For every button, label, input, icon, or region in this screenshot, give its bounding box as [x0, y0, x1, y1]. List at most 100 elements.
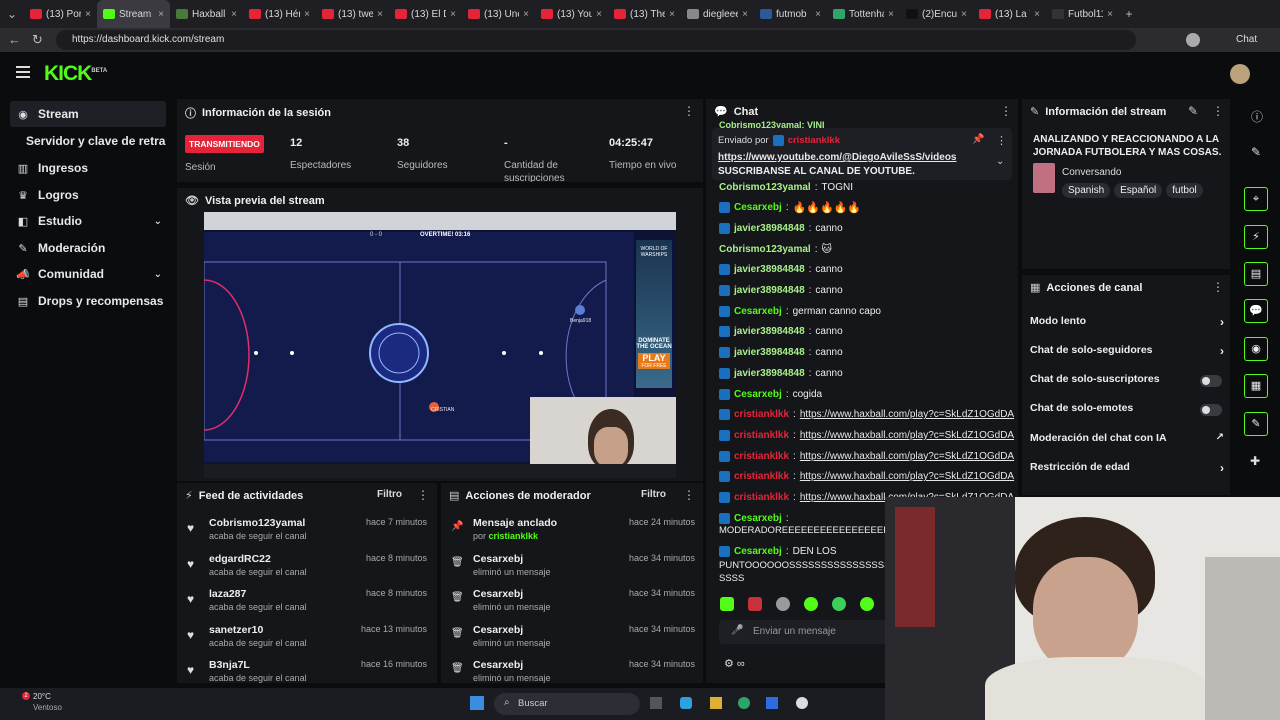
browser-tab[interactable]: (2)Encuen × [900, 0, 973, 28]
close-icon[interactable]: × [377, 9, 383, 20]
pen-icon[interactable]: ✎ [1251, 145, 1261, 159]
sidebar-item[interactable]: ✎ Moderación [10, 235, 166, 261]
rail-button[interactable]: ⌖ [1244, 187, 1268, 211]
sidebar-item[interactable]: ▥ Ingresos [10, 155, 166, 181]
channel-action[interactable]: Restricción de edad › [1030, 461, 1224, 479]
taskbar-search[interactable]: ⌕ Buscar [494, 693, 640, 715]
settings-icon[interactable]: ⚙ ∞ [724, 657, 745, 670]
favicon-icon [249, 9, 261, 19]
menu-icon[interactable] [16, 66, 30, 78]
user-avatar[interactable] [1230, 64, 1250, 84]
browser-tab[interactable]: diegleee × [681, 0, 754, 28]
chrome-icon[interactable] [796, 697, 808, 709]
more-icon[interactable]: ⋮ [417, 488, 429, 502]
folder-icon[interactable] [710, 697, 722, 709]
channel-action[interactable]: Chat de solo-emotes [1030, 402, 1224, 420]
pin-icon[interactable]: 📌 [972, 134, 984, 145]
close-icon[interactable]: × [815, 9, 821, 20]
more-icon[interactable]: ⋮ [683, 104, 695, 118]
close-icon[interactable]: × [961, 9, 967, 20]
sidebar-item[interactable]: 📣 Comunidad ⌄ [10, 261, 166, 287]
toggle-switch[interactable] [1200, 375, 1222, 387]
emote-icon[interactable] [748, 597, 762, 611]
channel-action[interactable]: Chat de solo-suscriptores [1030, 373, 1224, 391]
channel-action[interactable]: Moderación del chat con IA ↗ [1030, 432, 1224, 450]
browser-tab[interactable]: (13) El Di × [389, 0, 462, 28]
new-tab-icon[interactable]: + [1119, 7, 1139, 21]
close-icon[interactable]: × [158, 9, 164, 20]
rail-button[interactable]: ◉ [1244, 337, 1268, 361]
close-icon[interactable]: × [596, 9, 602, 20]
browser-tab[interactable]: Tottenhan × [827, 0, 900, 28]
more-icon[interactable]: ⋮ [996, 134, 1007, 147]
stream-preview[interactable]: CRISTIAN Benja918 0 - 0 OVERTIME! 03:16 … [204, 212, 676, 478]
kick-logo[interactable]: KICKBETA [44, 62, 107, 86]
rail-button[interactable]: ⚡ [1244, 225, 1268, 249]
browser-tab[interactable]: Haxball Pl × [170, 0, 243, 28]
rail-button[interactable]: ▤ [1244, 262, 1268, 286]
edge-icon[interactable] [738, 697, 750, 709]
close-icon[interactable]: × [304, 9, 310, 20]
chevron-down-icon[interactable]: ⌄ [996, 156, 1004, 167]
sidebar-item[interactable]: ♛ Logros [10, 182, 166, 208]
reload-icon[interactable]: ↻ [32, 32, 43, 48]
more-icon[interactable]: ⋮ [1212, 104, 1224, 118]
browser-tab[interactable]: (13) tweni × [316, 0, 389, 28]
browser-tab[interactable]: Futbol11 × [1046, 0, 1119, 28]
more-icon[interactable]: ⋮ [1000, 104, 1012, 118]
activity-filter-button[interactable]: Filtro [377, 489, 402, 500]
toggle-switch[interactable] [1200, 404, 1222, 416]
browser-tab[interactable]: (13) Héro × [243, 0, 316, 28]
emote-icon[interactable] [720, 597, 734, 611]
tab-list-icon[interactable]: ⌄ [0, 7, 24, 21]
close-icon[interactable]: × [450, 9, 456, 20]
close-icon[interactable]: × [888, 9, 894, 20]
close-icon[interactable]: × [669, 9, 675, 20]
add-widget-icon[interactable]: ✚ [1250, 454, 1260, 468]
emote-icon[interactable] [776, 597, 790, 611]
app-icon[interactable] [680, 697, 692, 709]
sidebar-item[interactable]: ▤ Drops y recompensas [10, 288, 166, 314]
more-icon[interactable]: ⋮ [683, 488, 695, 502]
pinned-link[interactable]: https://www.youtube.com/@DiegoAvileSsS/v… [718, 152, 957, 163]
close-icon[interactable]: × [742, 9, 748, 20]
back-icon[interactable]: ← [8, 32, 21, 47]
rail-button[interactable]: ▦ [1244, 374, 1268, 398]
info-icon[interactable]: ⓘ [1251, 108, 1263, 125]
browser-tab[interactable]: (13) The P × [608, 0, 681, 28]
sidebar-item[interactable]: ◧ Estudio ⌄ [10, 208, 166, 234]
sidebar-item[interactable]: ◉ Stream [10, 101, 166, 127]
close-icon[interactable]: × [523, 9, 529, 20]
rail-button[interactable]: ✎ [1244, 412, 1268, 436]
mod-filter-button[interactable]: Filtro [641, 489, 666, 500]
browser-tab[interactable]: Stream - K × [97, 0, 170, 28]
browser-tab[interactable]: (13) YouTu × [535, 0, 608, 28]
emote-icon[interactable] [832, 597, 846, 611]
stream-tag[interactable]: Español [1114, 183, 1163, 198]
url-input[interactable]: https://dashboard.kick.com/stream [56, 30, 1136, 50]
browser-tab[interactable]: futmob × [754, 0, 827, 28]
emote-icon[interactable] [804, 597, 818, 611]
taskview-icon[interactable] [650, 697, 662, 709]
more-icon[interactable]: ⋮ [1212, 280, 1224, 294]
stream-tag[interactable]: futbol [1166, 183, 1203, 198]
emote-icon[interactable] [860, 597, 874, 611]
browser-tab[interactable]: (13) La Ve × [973, 0, 1046, 28]
channel-action[interactable]: Modo lento › [1030, 315, 1224, 333]
edit-icon[interactable]: ✎ [1188, 104, 1198, 118]
browser-tab[interactable]: (13) Uncle × [462, 0, 535, 28]
mic-icon[interactable]: 🎤 [731, 625, 743, 636]
close-icon[interactable]: × [1034, 9, 1040, 20]
channel-action[interactable]: Chat de solo-seguidores › [1030, 344, 1224, 362]
windows-icon[interactable] [470, 696, 484, 710]
sidebar-item[interactable]: Servidor y clave de retransmisión [10, 128, 166, 154]
browser-tab[interactable]: (13) Por C × [24, 0, 97, 28]
close-icon[interactable]: × [85, 9, 91, 20]
stream-tag[interactable]: Spanish [1062, 183, 1111, 198]
rail-button[interactable]: 💬 [1244, 299, 1268, 323]
profile-icon[interactable] [1186, 33, 1200, 47]
close-icon[interactable]: × [231, 9, 237, 20]
chat-button[interactable]: Chat [1236, 34, 1257, 45]
close-icon[interactable]: × [1107, 9, 1113, 20]
store-icon[interactable] [766, 697, 778, 709]
